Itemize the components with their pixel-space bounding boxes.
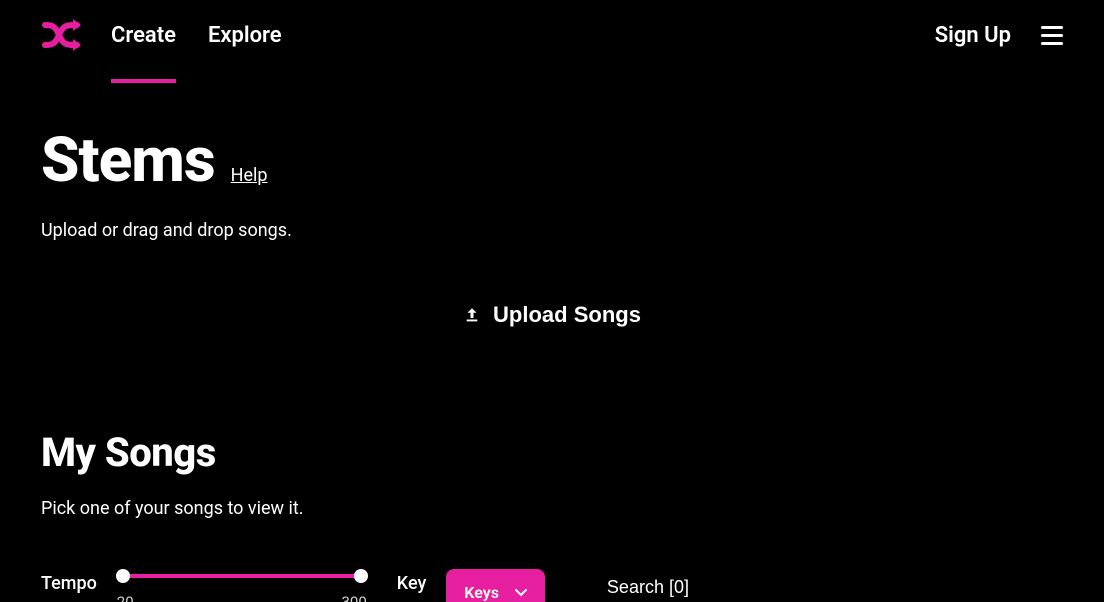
upload-row: Upload Songs	[41, 301, 1063, 329]
tempo-max-value: 300	[342, 593, 367, 602]
hamburger-bar-icon	[1041, 34, 1063, 37]
slider-track[interactable]	[117, 569, 367, 583]
search-wrap	[605, 569, 1063, 602]
key-select-label: Keys	[464, 583, 499, 602]
my-songs-section: My Songs Pick one of your songs to view …	[41, 429, 1063, 602]
upload-button-label: Upload Songs	[493, 302, 641, 328]
hamburger-bar-icon	[1041, 26, 1063, 29]
tempo-slider[interactable]: 20 300	[117, 569, 367, 602]
signup-button[interactable]: Sign Up	[935, 23, 1011, 48]
slider-rail	[123, 574, 361, 578]
nav-tabs: Create Explore	[111, 23, 935, 48]
search-input[interactable]	[605, 571, 1063, 602]
app-logo[interactable]	[41, 15, 81, 55]
slider-range-labels: 20 300	[117, 593, 367, 602]
nav-tab-explore[interactable]: Explore	[208, 23, 282, 48]
title-row: Stems Help	[41, 130, 1063, 192]
filter-row: Tempo 20 300 Key Keys	[41, 569, 1063, 602]
page-title: Stems	[41, 130, 215, 192]
slider-thumb-min[interactable]	[116, 569, 130, 583]
chevron-down-icon	[515, 589, 527, 597]
top-bar-right: Sign Up	[935, 23, 1063, 48]
my-songs-subtitle: Pick one of your songs to view it.	[41, 498, 1063, 519]
slider-thumb-max[interactable]	[354, 569, 368, 583]
page-subtitle: Upload or drag and drop songs.	[41, 220, 1063, 241]
main-content: Stems Help Upload or drag and drop songs…	[0, 60, 1104, 602]
tempo-min-value: 20	[117, 593, 134, 602]
tempo-label: Tempo	[41, 569, 97, 594]
upload-songs-button[interactable]: Upload Songs	[457, 301, 647, 329]
key-label: Key	[397, 569, 427, 594]
hamburger-bar-icon	[1041, 42, 1063, 45]
key-select[interactable]: Keys	[446, 569, 545, 602]
help-link[interactable]: Help	[231, 165, 268, 186]
signup-label: Sign Up	[935, 23, 1011, 48]
shuffle-logo-icon	[41, 15, 81, 55]
nav-tab-label: Explore	[208, 23, 282, 48]
menu-button[interactable]	[1041, 26, 1063, 45]
nav-tab-create[interactable]: Create	[111, 23, 176, 48]
top-bar: Create Explore Sign Up	[0, 0, 1104, 60]
nav-tab-label: Create	[111, 23, 176, 48]
upload-icon	[463, 306, 481, 324]
my-songs-title: My Songs	[41, 429, 1063, 476]
